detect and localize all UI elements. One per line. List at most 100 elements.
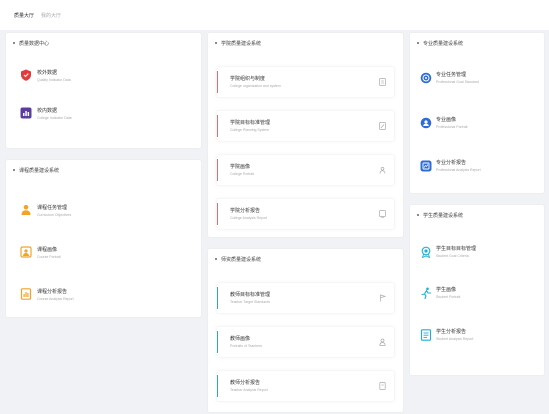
hall-tabs: 质量大厅 我的大厅 [14, 13, 61, 19]
item-subtitle: Teacher Analysis Report [230, 388, 268, 392]
card-title-text: 学院质量建设系统 [221, 41, 262, 47]
report-icon [420, 160, 432, 172]
item-title: 学生分析报告 [436, 329, 467, 335]
card-title: 质量数据中心 [13, 41, 49, 47]
target-icon [420, 72, 432, 84]
card-title-text: 质量数据中心 [19, 41, 50, 47]
item-subtitle: Student Portrait [436, 295, 461, 299]
item-subtitle: College Analysis Report [230, 216, 268, 220]
tab-quality-hall[interactable]: 质量大厅 [14, 13, 34, 19]
item-title: 课程分析报告 [37, 289, 68, 295]
course-system-card: 课程质量建设系统 课程任务管理 Curriculum Objectives 课程… [6, 160, 201, 317]
medal-icon [420, 246, 432, 258]
list-item-major-tasks[interactable]: 专业任务管理 Professional Goal Standard [410, 63, 544, 93]
portrait-icon[interactable] [379, 166, 386, 174]
list-item-major-portrait[interactable]: 专业画像 Professional Portrait [410, 108, 544, 138]
card-title: 学生质量建设系统 [417, 213, 463, 219]
report-icon[interactable] [379, 382, 386, 390]
list-item-college-portrait[interactable]: 学院画像 College Portrait [217, 155, 394, 185]
list-item-teacher-report[interactable]: 教师分析报告 Teacher Analysis Report [217, 371, 394, 401]
report-icon [20, 288, 32, 300]
document-icon[interactable] [379, 78, 386, 86]
item-title: 教师分析报告 [230, 380, 261, 386]
item-title: 学院分析报告 [230, 208, 261, 214]
list-item-student-report[interactable]: 学生分析报告 Student Analysis Report [410, 320, 544, 350]
list-item-course-report[interactable]: 课程分析报告 Course Analysis Report [6, 280, 201, 310]
college-system-card: 学院质量建设系统 学院组织与制度 College organization an… [208, 33, 403, 237]
card-title: 师资质量建设系统 [215, 257, 261, 263]
item-subtitle: College organization and system [230, 84, 281, 88]
accent-bar [217, 71, 218, 93]
student-system-card: 学生质量建设系统 学生目标目标管理 Student Goal Criteria … [410, 205, 544, 375]
card-title-text: 学生质量建设系统 [423, 213, 464, 219]
item-subtitle: Teacher Target Standards [230, 300, 271, 304]
top-bar: 质量大厅 我的大厅 [0, 0, 549, 30]
list-item-course-portrait[interactable]: 课程画像 Course Portrait [6, 238, 201, 268]
item-subtitle: Professional Portrait [436, 125, 468, 129]
list-item-course-tasks[interactable]: 课程任务管理 Curriculum Objectives [6, 196, 201, 226]
list-item-student-target[interactable]: 学生目标目标管理 Student Goal Criteria [410, 237, 544, 267]
item-title: 专业画像 [436, 117, 457, 123]
item-title: 教师目标标准管理 [230, 292, 271, 298]
item-subtitle: Portraits of Teachers [230, 344, 263, 348]
item-subtitle: Student Analysis Report [436, 337, 474, 341]
item-title: 课程任务管理 [37, 205, 68, 211]
quality-data-center-card: 质量数据中心 校外数据 Quality Indicator Data 校内数据 … [6, 33, 201, 148]
item-title: 专业任务管理 [436, 72, 467, 78]
report-icon[interactable] [379, 210, 386, 218]
edit-icon[interactable] [379, 122, 386, 130]
flag-icon[interactable] [379, 294, 386, 302]
accent-bar [217, 375, 218, 397]
accent-bar [217, 331, 218, 353]
item-subtitle: College Indicator Data [37, 116, 72, 120]
item-title: 学生画像 [436, 287, 457, 293]
item-subtitle: Professional Goal Standard [436, 80, 479, 84]
item-title: 专业分析报告 [436, 160, 467, 166]
teacher-system-card: 师资质量建设系统 教师目标标准管理 Teacher Target Standar… [208, 249, 403, 412]
item-title: 校内数据 [37, 108, 58, 114]
user-icon[interactable] [379, 338, 386, 346]
shield-icon [20, 69, 32, 81]
item-title: 学院组织与制度 [230, 76, 266, 82]
major-system-card: 专业质量建设系统 专业任务管理 Professional Goal Standa… [410, 33, 544, 193]
item-subtitle: College Portrait [230, 172, 255, 176]
item-subtitle: Professional Analysis Report [436, 168, 481, 172]
list-item-college-report[interactable]: 学院分析报告 College Analysis Report [217, 199, 394, 229]
list-item-external-data[interactable]: 校外数据 Quality Indicator Data [6, 59, 201, 89]
item-title: 校外数据 [37, 70, 58, 76]
portrait-icon [20, 246, 32, 258]
list-item-teacher-portrait[interactable]: 教师画像 Portraits of Teachers [217, 327, 394, 357]
list-item-student-portrait[interactable]: 学生画像 Student Portrait [410, 278, 544, 308]
item-subtitle: Quality Indicator Data [37, 78, 71, 82]
item-title: 学生目标目标管理 [436, 246, 477, 252]
card-title-text: 师资质量建设系统 [221, 257, 262, 263]
list-item-internal-data[interactable]: 校内数据 College Indicator Data [6, 97, 201, 127]
list-item-teacher-target[interactable]: 教师目标标准管理 Teacher Target Standards [217, 283, 394, 313]
accent-bar [217, 159, 218, 181]
runner-icon [420, 287, 432, 299]
tab-my-hall[interactable]: 我的大厅 [41, 13, 61, 19]
accent-bar [217, 115, 218, 137]
accent-bar [217, 287, 218, 309]
card-title-text: 课程质量建设系统 [19, 168, 60, 174]
item-title: 学院目标标准管理 [230, 120, 271, 126]
item-subtitle: Course Analysis Report [37, 297, 74, 301]
item-subtitle: Curriculum Objectives [37, 213, 72, 217]
list-item-major-report[interactable]: 专业分析报告 Professional Analysis Report [410, 151, 544, 181]
card-title: 专业质量建设系统 [417, 41, 463, 47]
report-icon [420, 329, 432, 341]
list-item-college-target[interactable]: 学院目标标准管理 College Planning System [217, 111, 394, 141]
card-title: 课程质量建设系统 [13, 168, 59, 174]
portrait-icon [420, 117, 432, 129]
list-item-college-org[interactable]: 学院组织与制度 College organization and system [217, 67, 394, 97]
card-title: 学院质量建设系统 [215, 41, 261, 47]
accent-bar [217, 203, 218, 225]
item-subtitle: Course Portrait [37, 255, 61, 259]
card-title-text: 专业质量建设系统 [423, 41, 464, 47]
item-subtitle: Student Goal Criteria [436, 254, 469, 258]
item-title: 课程画像 [37, 247, 58, 253]
chart-icon [20, 107, 32, 119]
item-subtitle: College Planning System [230, 128, 270, 132]
item-title: 学院画像 [230, 164, 251, 170]
person-icon [20, 204, 32, 216]
